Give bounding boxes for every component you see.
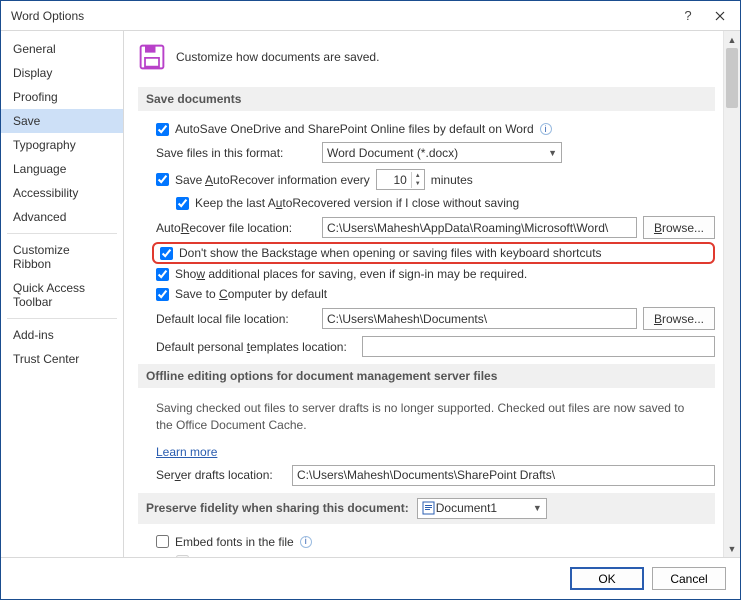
sidebar-item-customize-ribbon[interactable]: Customize Ribbon xyxy=(1,238,123,276)
chevron-down-icon: ▼ xyxy=(533,503,542,513)
offline-body: Saving checked out files to server draft… xyxy=(138,396,715,442)
backstage-highlight: Don't show the Backstage when opening or… xyxy=(152,242,715,264)
sidebar-item-qat[interactable]: Quick Access Toolbar xyxy=(1,276,123,314)
window-title: Word Options xyxy=(11,9,84,23)
sidebar-item-advanced[interactable]: Advanced xyxy=(1,205,123,229)
server-drafts-label: Server drafts location: xyxy=(156,468,286,482)
word-options-window: Word Options ? General Display Proofing … xyxy=(0,0,741,600)
server-drafts-input[interactable]: C:\Users\Mahesh\Documents\SharePoint Dra… xyxy=(292,465,715,486)
preserve-title: Preserve fidelity when sharing this docu… xyxy=(146,501,409,515)
cancel-button[interactable]: Cancel xyxy=(652,567,726,590)
autosave-checkbox[interactable] xyxy=(156,123,169,136)
default-loc-label: Default local file location: xyxy=(156,312,316,326)
template-loc-label: Default personal templates location: xyxy=(156,340,356,354)
scroll-thumb[interactable] xyxy=(726,48,738,108)
sidebar-item-addins[interactable]: Add-ins xyxy=(1,323,123,347)
sidebar-item-typography[interactable]: Typography xyxy=(1,133,123,157)
spinner-up-icon[interactable]: ▲ xyxy=(412,172,424,180)
dialog-footer: OK Cancel xyxy=(1,557,740,599)
preserve-doc-dropdown[interactable]: Document1 ▼ xyxy=(417,498,547,519)
sidebar-item-trust-center[interactable]: Trust Center xyxy=(1,347,123,371)
format-label: Save files in this format: xyxy=(156,146,316,160)
embed-fonts-label: Embed fonts in the file xyxy=(175,535,294,549)
chevron-down-icon: ▼ xyxy=(548,148,557,158)
info-icon[interactable]: i xyxy=(300,536,312,548)
scroll-down-icon[interactable]: ▼ xyxy=(724,540,740,557)
save-computer-label: Save to Computer by default xyxy=(175,287,327,301)
format-dropdown[interactable]: Word Document (*.docx) ▼ xyxy=(322,142,562,163)
autorecover-loc-input[interactable]: C:\Users\Mahesh\AppData\Roaming\Microsof… xyxy=(322,217,637,238)
close-button[interactable] xyxy=(704,2,736,30)
section-save-documents: Save documents xyxy=(138,87,715,111)
backstage-checkbox[interactable] xyxy=(160,247,173,260)
sidebar-item-language[interactable]: Language xyxy=(1,157,123,181)
sidebar-item-save[interactable]: Save xyxy=(1,109,123,133)
ok-button[interactable]: OK xyxy=(570,567,644,590)
sidebar-sep xyxy=(7,233,117,234)
sidebar-item-general[interactable]: General xyxy=(1,37,123,61)
help-button[interactable]: ? xyxy=(672,2,704,30)
close-icon xyxy=(715,11,725,21)
learn-more-link[interactable]: Learn more xyxy=(156,445,217,459)
scroll-track[interactable] xyxy=(724,48,740,540)
keep-last-label: Keep the last AutoRecovered version if I… xyxy=(195,196,519,210)
document-icon xyxy=(422,501,436,515)
default-loc-browse-button[interactable]: Browse... xyxy=(643,307,715,330)
sidebar-sep xyxy=(7,318,117,319)
save-computer-checkbox[interactable] xyxy=(156,288,169,301)
autorecover-browse-button[interactable]: BBrowse...rowse... xyxy=(643,216,715,239)
page-header: Customize how documents are saved. xyxy=(138,37,715,83)
additional-places-label: Show additional places for saving, even … xyxy=(175,267,527,281)
autorecover-minutes-value: 10 xyxy=(377,173,411,187)
autosave-label: AutoSave OneDrive and SharePoint Online … xyxy=(175,122,534,136)
format-value: Word Document (*.docx) xyxy=(327,146,458,160)
sidebar-item-display[interactable]: Display xyxy=(1,61,123,85)
vertical-scrollbar[interactable]: ▲ ▼ xyxy=(723,31,740,557)
section-preserve: Preserve fidelity when sharing this docu… xyxy=(138,493,715,524)
backstage-label: Don't show the Backstage when opening or… xyxy=(179,246,602,260)
scroll-up-icon[interactable]: ▲ xyxy=(724,31,740,48)
keep-last-checkbox[interactable] xyxy=(176,197,189,210)
content-pane: Customize how documents are saved. Save … xyxy=(124,31,723,557)
info-icon[interactable]: i xyxy=(540,123,552,135)
titlebar: Word Options ? xyxy=(1,1,740,31)
embed-fonts-checkbox[interactable] xyxy=(156,535,169,548)
preserve-doc-value: Document1 xyxy=(436,501,497,515)
autorecover-label: Save AutoRecover information every xyxy=(175,173,370,187)
autorecover-minutes-spinner[interactable]: 10 ▲▼ xyxy=(376,169,425,190)
sidebar-item-proofing[interactable]: Proofing xyxy=(1,85,123,109)
page-subtitle: Customize how documents are saved. xyxy=(176,50,379,64)
save-icon xyxy=(138,43,166,71)
spinner-down-icon[interactable]: ▼ xyxy=(412,180,424,188)
additional-places-checkbox[interactable] xyxy=(156,268,169,281)
default-loc-input[interactable]: C:\Users\Mahesh\Documents\ xyxy=(322,308,637,329)
section-offline: Offline editing options for document man… xyxy=(138,364,715,388)
sidebar: General Display Proofing Save Typography… xyxy=(1,31,124,557)
minutes-suffix: minutes xyxy=(431,173,473,187)
autorecover-loc-label: AutoRecover file location: xyxy=(156,221,316,235)
template-loc-input[interactable] xyxy=(362,336,715,357)
autorecover-checkbox[interactable] xyxy=(156,173,169,186)
sidebar-item-accessibility[interactable]: Accessibility xyxy=(1,181,123,205)
